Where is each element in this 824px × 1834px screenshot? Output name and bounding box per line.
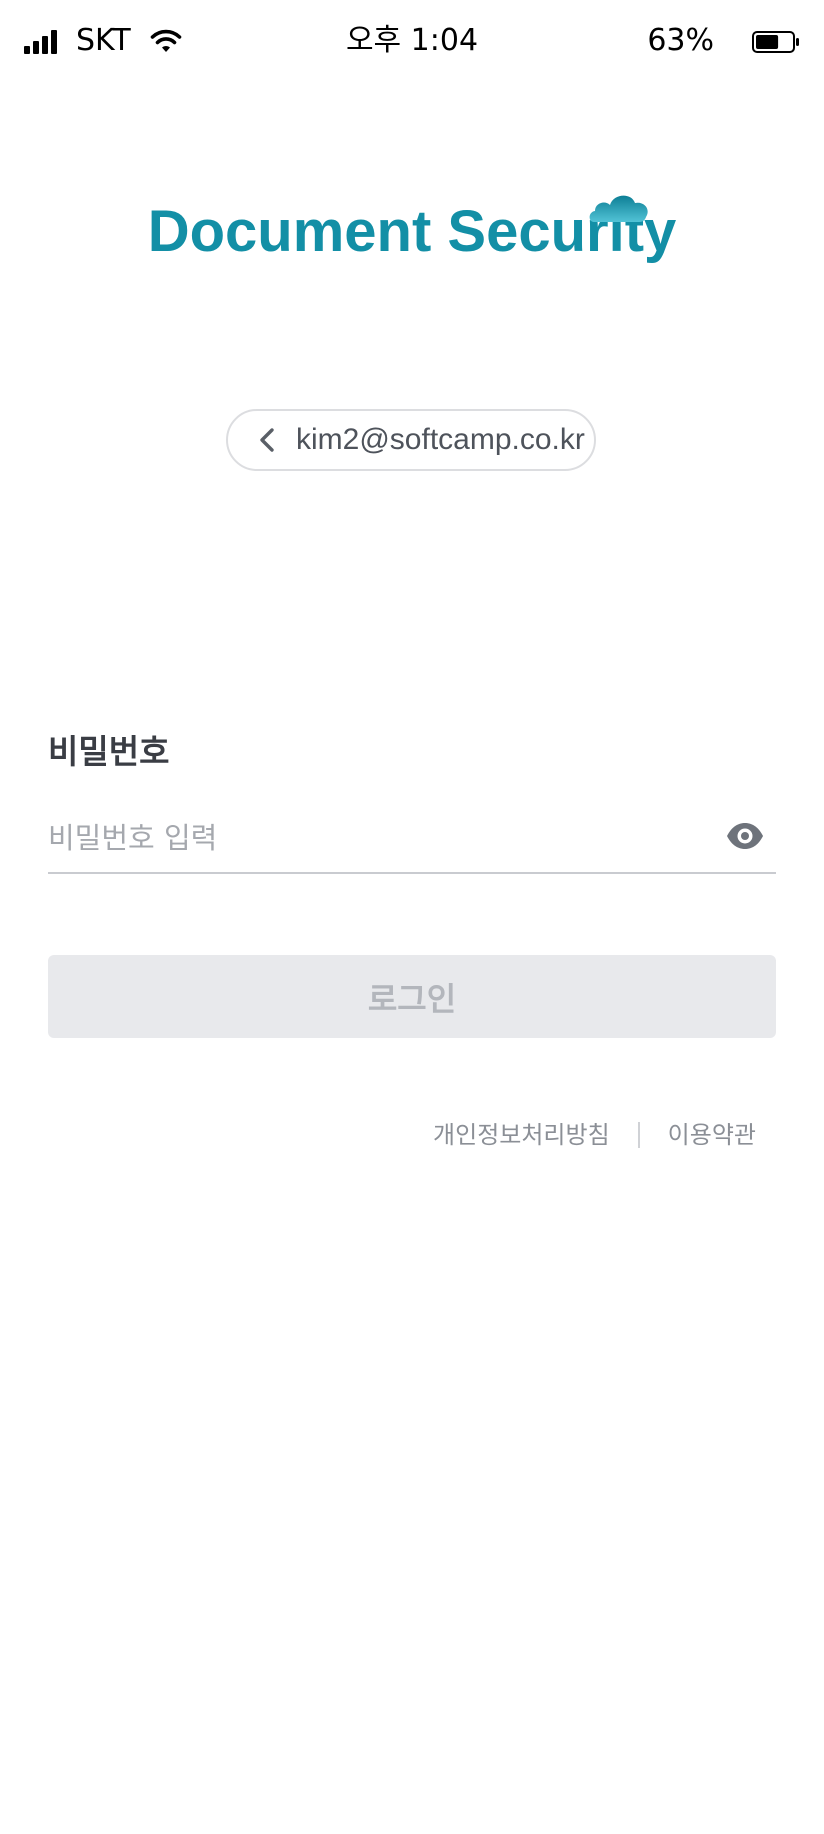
footer-divider xyxy=(637,1122,640,1148)
password-field xyxy=(48,810,776,874)
logo-wordmark: Document Security xyxy=(148,195,676,268)
login-button[interactable]: 로그인 xyxy=(48,955,776,1038)
app-logo: Document Security xyxy=(0,195,824,268)
password-label: 비밀번호 xyxy=(48,732,170,771)
footer-links: 개인정보처리방침 이용약관 xyxy=(433,1118,756,1152)
terms-of-use-link[interactable]: 이용약관 xyxy=(668,1118,756,1152)
eye-icon[interactable] xyxy=(726,822,764,850)
cloud-icon xyxy=(589,195,648,222)
chevron-left-icon xyxy=(260,428,274,452)
account-switch-button[interactable]: kim2@softcamp.co.kr xyxy=(226,409,596,471)
password-input[interactable] xyxy=(48,810,688,866)
status-bar: SKT 오후 1:04 63% xyxy=(0,0,824,84)
battery-percent: 63% xyxy=(647,23,714,58)
account-email: kim2@softcamp.co.kr xyxy=(296,423,585,456)
privacy-policy-link[interactable]: 개인정보처리방침 xyxy=(433,1118,610,1152)
battery-icon xyxy=(752,31,799,53)
